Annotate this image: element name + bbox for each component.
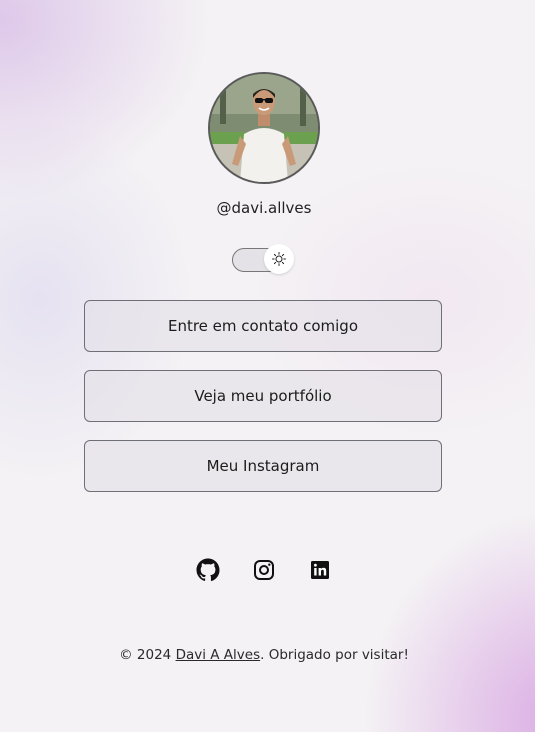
toggle-knob[interactable] [264,244,294,274]
instagram-icon[interactable] [252,558,276,582]
contact-button-label: Entre em contato comigo [167,317,359,335]
contact-button[interactable]: Entre em contato comigo [84,300,442,352]
footer-prefix: © 2024 [119,647,176,663]
username: @davi.allves [216,199,312,217]
avatar [208,72,320,184]
avatar-photo [210,74,318,182]
instagram-button-label: Meu Instagram [206,457,320,475]
footer: © 2024 Davi A Alves. Obrigado por visita… [0,647,528,663]
footer-suffix: . Obrigado por visitar! [260,647,409,663]
portfolio-button[interactable]: Veja meu portfólio [84,370,442,422]
sun-icon [272,252,286,266]
instagram-button[interactable]: Meu Instagram [84,440,442,492]
theme-toggle[interactable] [232,244,294,274]
author-link[interactable]: Davi A Alves [176,647,261,663]
portfolio-button-label: Veja meu portfólio [194,387,332,405]
github-icon[interactable] [196,558,220,582]
linkedin-icon[interactable] [308,558,332,582]
page: @davi.allves Entre em contato comigo Vej… [0,0,535,732]
